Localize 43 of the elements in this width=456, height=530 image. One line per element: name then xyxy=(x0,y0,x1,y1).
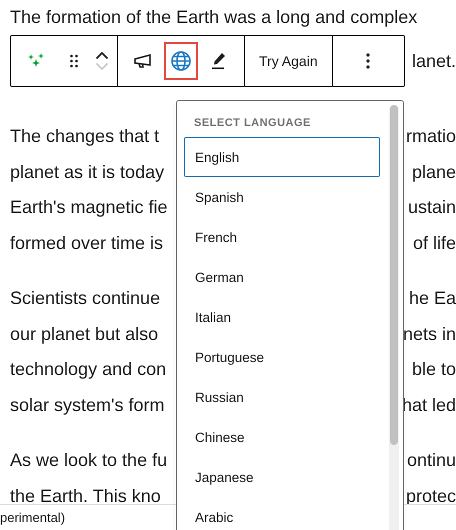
language-option[interactable]: Arabic xyxy=(184,497,380,530)
paragraph-text: rmatio xyxy=(406,126,456,148)
paragraph-text: lanet. xyxy=(412,50,456,72)
paragraph-text: The formation of the Earth was a long and complex xyxy=(10,7,418,28)
language-option[interactable]: Italian xyxy=(184,297,380,337)
language-option[interactable]: French xyxy=(184,217,380,257)
paragraph-text: protec xyxy=(406,486,456,507)
scrollbar-thumb[interactable] xyxy=(390,105,398,445)
language-option[interactable]: German xyxy=(184,257,380,297)
paragraph-text: our planet but also xyxy=(10,324,158,345)
paragraph-text: planet as it is today xyxy=(10,162,164,183)
paragraph-text: of life xyxy=(412,232,456,254)
paragraph-text: The changes that t xyxy=(10,126,160,148)
paragraph-text: Earth's magnetic fie xyxy=(10,197,168,218)
more-icon xyxy=(366,53,370,69)
drag-handle-icon xyxy=(70,54,78,68)
language-button[interactable] xyxy=(164,42,198,80)
language-option[interactable]: Portuguese xyxy=(184,337,380,377)
paragraph-text: nets in xyxy=(402,324,456,345)
megaphone-icon xyxy=(133,53,153,69)
paragraph-text: the Earth. This kno xyxy=(10,486,161,507)
pen-icon xyxy=(211,52,227,70)
language-option[interactable]: Japanese xyxy=(184,457,380,497)
paragraph-text: technology and con xyxy=(10,359,166,380)
move-up-icon[interactable] xyxy=(95,51,109,60)
try-again-button[interactable]: Try Again xyxy=(245,36,332,86)
globe-icon xyxy=(170,50,192,72)
scrollbar[interactable] xyxy=(389,105,399,530)
language-option[interactable]: Russian xyxy=(184,377,380,417)
paragraph-text: he Ea xyxy=(408,288,456,310)
dropdown-heading: SELECT LANGUAGE xyxy=(193,116,312,131)
paragraph-text: plane xyxy=(412,162,456,183)
paragraph-text: ustain xyxy=(408,197,456,218)
paragraph-text: ontinu xyxy=(406,450,456,472)
language-option[interactable]: English xyxy=(184,137,380,177)
paragraph-text: Scientists continue xyxy=(10,288,160,310)
status-text: perimental) xyxy=(0,510,66,525)
paragraph-text: formed over time is xyxy=(10,232,164,254)
paragraph-text: As we look to the fu xyxy=(10,450,168,472)
language-option[interactable]: Chinese xyxy=(184,417,380,457)
language-option[interactable]: Spanish xyxy=(184,177,380,217)
paragraph-text: solar system's form xyxy=(10,394,164,416)
paragraph-text: ble to xyxy=(412,359,456,380)
